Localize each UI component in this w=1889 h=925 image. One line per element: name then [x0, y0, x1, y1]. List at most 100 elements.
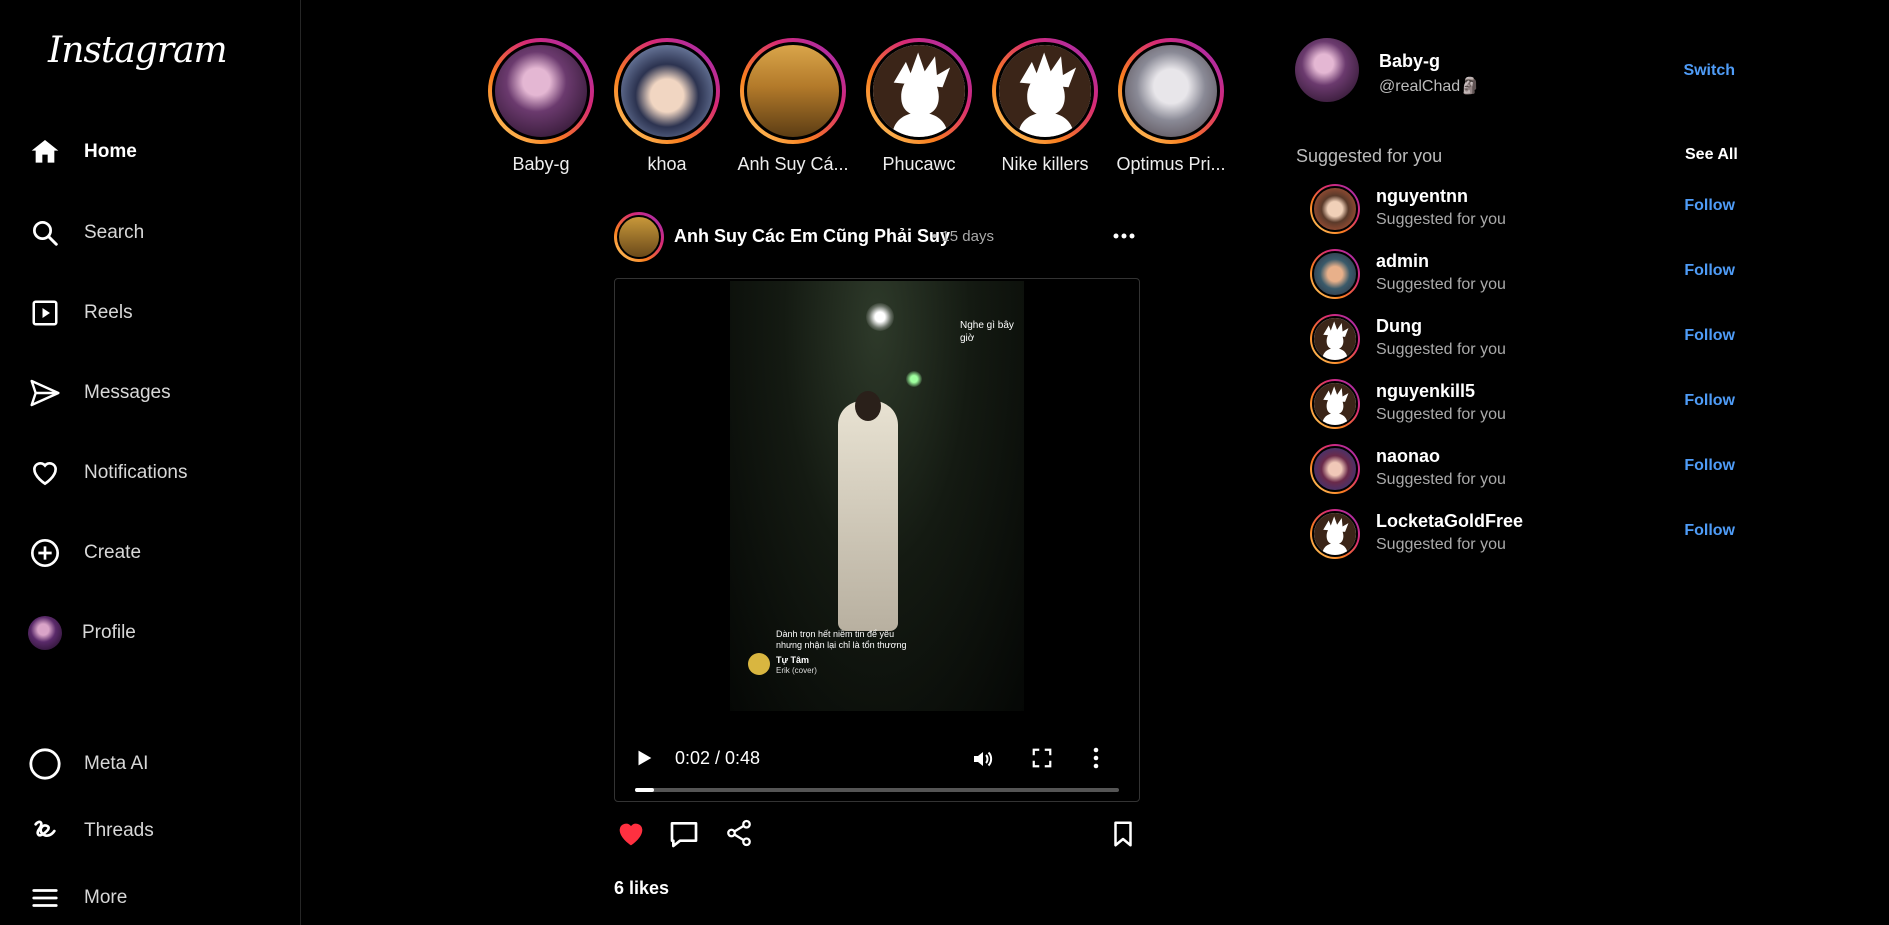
suggestion-avatar[interactable]: [1310, 184, 1360, 234]
nav-create[interactable]: Create: [28, 531, 278, 575]
volume-icon[interactable]: [971, 747, 995, 776]
story-name: Optimus Pri...: [1116, 154, 1226, 174]
instagram-logo[interactable]: Instagram: [48, 30, 228, 71]
nav-threads-label: Threads: [84, 820, 154, 841]
fullscreen-icon[interactable]: [1031, 747, 1053, 774]
story-name: Anh Suy Cá...: [737, 154, 849, 174]
suggestions-title: Suggested for you: [1296, 146, 1443, 166]
see-all-link[interactable]: See All: [1685, 146, 1738, 164]
suggestion-row: Dung Suggested for you Follow: [1310, 312, 1735, 366]
bookmark-icon[interactable]: [1108, 818, 1138, 855]
nav-notifications[interactable]: Notifications: [28, 451, 278, 495]
story-avatar: [996, 42, 1094, 140]
suggestion-subtext: Suggested for you: [1376, 471, 1506, 488]
nav-messages-label: Messages: [84, 382, 171, 403]
nav-profile[interactable]: Profile: [28, 611, 278, 655]
hamburger-menu-icon: [28, 881, 62, 915]
story-item[interactable]: Optimus Pri...: [1106, 38, 1236, 175]
suggestion-avatar[interactable]: [1310, 379, 1360, 429]
nav-profile-label: Profile: [82, 622, 136, 643]
suggestion-username[interactable]: naonao: [1376, 446, 1440, 467]
story-name: Nike killers: [1001, 154, 1089, 174]
nav-reels[interactable]: Reels: [28, 291, 278, 335]
heart-icon: [28, 456, 62, 490]
post-author-avatar[interactable]: [614, 212, 664, 262]
play-icon[interactable]: [633, 747, 655, 774]
nav-search[interactable]: Search: [28, 211, 278, 255]
follow-button[interactable]: Follow: [1684, 457, 1735, 475]
follow-button[interactable]: Follow: [1684, 327, 1735, 345]
suggestion-subtext: Suggested for you: [1376, 341, 1506, 358]
video-controls: 0:02 / 0:48: [615, 719, 1139, 799]
nav-meta-ai[interactable]: Meta AI: [28, 742, 278, 786]
post-actions: [614, 815, 1142, 855]
story-ring: [1118, 38, 1224, 144]
suggestion-row: nguyentnn Suggested for you Follow: [1310, 182, 1735, 236]
likes-count[interactable]: 6 likes: [614, 878, 669, 899]
post-header: Anh Suy Các Em Cũng Phải Suy • 15 days: [614, 212, 1139, 262]
story-item[interactable]: Phucawc: [854, 38, 984, 175]
nav-home[interactable]: Home: [28, 130, 278, 174]
suggestion-avatar[interactable]: [1310, 314, 1360, 364]
nav-reels-label: Reels: [84, 302, 133, 323]
story-name: Phucawc: [882, 154, 956, 174]
story-ring: [740, 38, 846, 144]
home-icon: [28, 135, 62, 169]
current-user-handle: @realChad🗿: [1379, 78, 1481, 95]
switch-account-link[interactable]: Switch: [1683, 62, 1735, 80]
lyric-line: nhưng nhận lại chỉ là tổn thương: [776, 640, 907, 650]
story-avatar: [870, 42, 968, 140]
follow-button[interactable]: Follow: [1684, 392, 1735, 410]
comment-icon[interactable]: [668, 818, 700, 855]
reels-icon: [28, 296, 62, 330]
suggestion-username[interactable]: LocketaGoldFree: [1376, 511, 1523, 532]
nav-meta-ai-label: Meta AI: [84, 753, 149, 774]
suggestion-row: LocketaGoldFree Suggested for you Follow: [1310, 507, 1735, 561]
suggestion-subtext: Suggested for you: [1376, 406, 1506, 423]
suggestion-subtext: Suggested for you: [1376, 536, 1506, 553]
nav-notifications-label: Notifications: [84, 462, 188, 483]
nav-messages[interactable]: Messages: [28, 371, 278, 415]
story-item[interactable]: Baby-g: [476, 38, 606, 175]
nav-threads[interactable]: Threads: [28, 809, 278, 853]
post-author-name[interactable]: Anh Suy Các Em Cũng Phải Suy: [674, 226, 950, 247]
story-item[interactable]: Nike killers: [980, 38, 1110, 175]
like-heart-icon[interactable]: [614, 817, 648, 856]
story-avatar: [492, 42, 590, 140]
suggestion-username[interactable]: nguyenkill5: [1376, 381, 1475, 402]
suggestion-username[interactable]: admin: [1376, 251, 1429, 272]
current-user-avatar[interactable]: [1295, 38, 1359, 102]
nav-more[interactable]: More: [28, 876, 278, 920]
story-avatar: [744, 42, 842, 140]
nav-more-label: More: [84, 887, 128, 908]
suggestion-avatar[interactable]: [1310, 509, 1360, 559]
story-ring: [614, 38, 720, 144]
post-video[interactable]: Nghe gì bây giờ Dành trọn hết niềm tin đ…: [614, 278, 1140, 802]
suggestion-avatar[interactable]: [1310, 444, 1360, 494]
story-item[interactable]: khoa: [602, 38, 732, 175]
video-progress-bar[interactable]: [635, 788, 1119, 792]
suggestion-subtext: Suggested for you: [1376, 211, 1506, 228]
current-user-name[interactable]: Baby-g: [1379, 51, 1440, 72]
story-ring: [992, 38, 1098, 144]
more-options-icon[interactable]: [1109, 224, 1139, 248]
suggestion-row: nguyenkill5 Suggested for you Follow: [1310, 377, 1735, 431]
follow-button[interactable]: Follow: [1684, 262, 1735, 280]
suggestion-row: admin Suggested for you Follow: [1310, 247, 1735, 301]
share-icon[interactable]: [724, 818, 754, 853]
suggestion-username[interactable]: nguyentnn: [1376, 186, 1468, 207]
story-avatar: [618, 42, 716, 140]
search-icon: [28, 216, 62, 250]
suggestion-username[interactable]: Dung: [1376, 316, 1422, 337]
follow-button[interactable]: Follow: [1684, 522, 1735, 540]
story-item[interactable]: Anh Suy Cá...: [728, 38, 858, 175]
story-name: Baby-g: [512, 154, 570, 174]
video-more-icon[interactable]: [1093, 747, 1099, 774]
follow-button[interactable]: Follow: [1684, 197, 1735, 215]
threads-icon: [28, 814, 62, 848]
suggestion-subtext: Suggested for you: [1376, 276, 1506, 293]
meta-ai-icon: [28, 747, 62, 781]
lyric-line: Dành trọn hết niềm tin để yêu: [776, 629, 895, 639]
suggestion-avatar[interactable]: [1310, 249, 1360, 299]
story-name: khoa: [647, 154, 687, 174]
